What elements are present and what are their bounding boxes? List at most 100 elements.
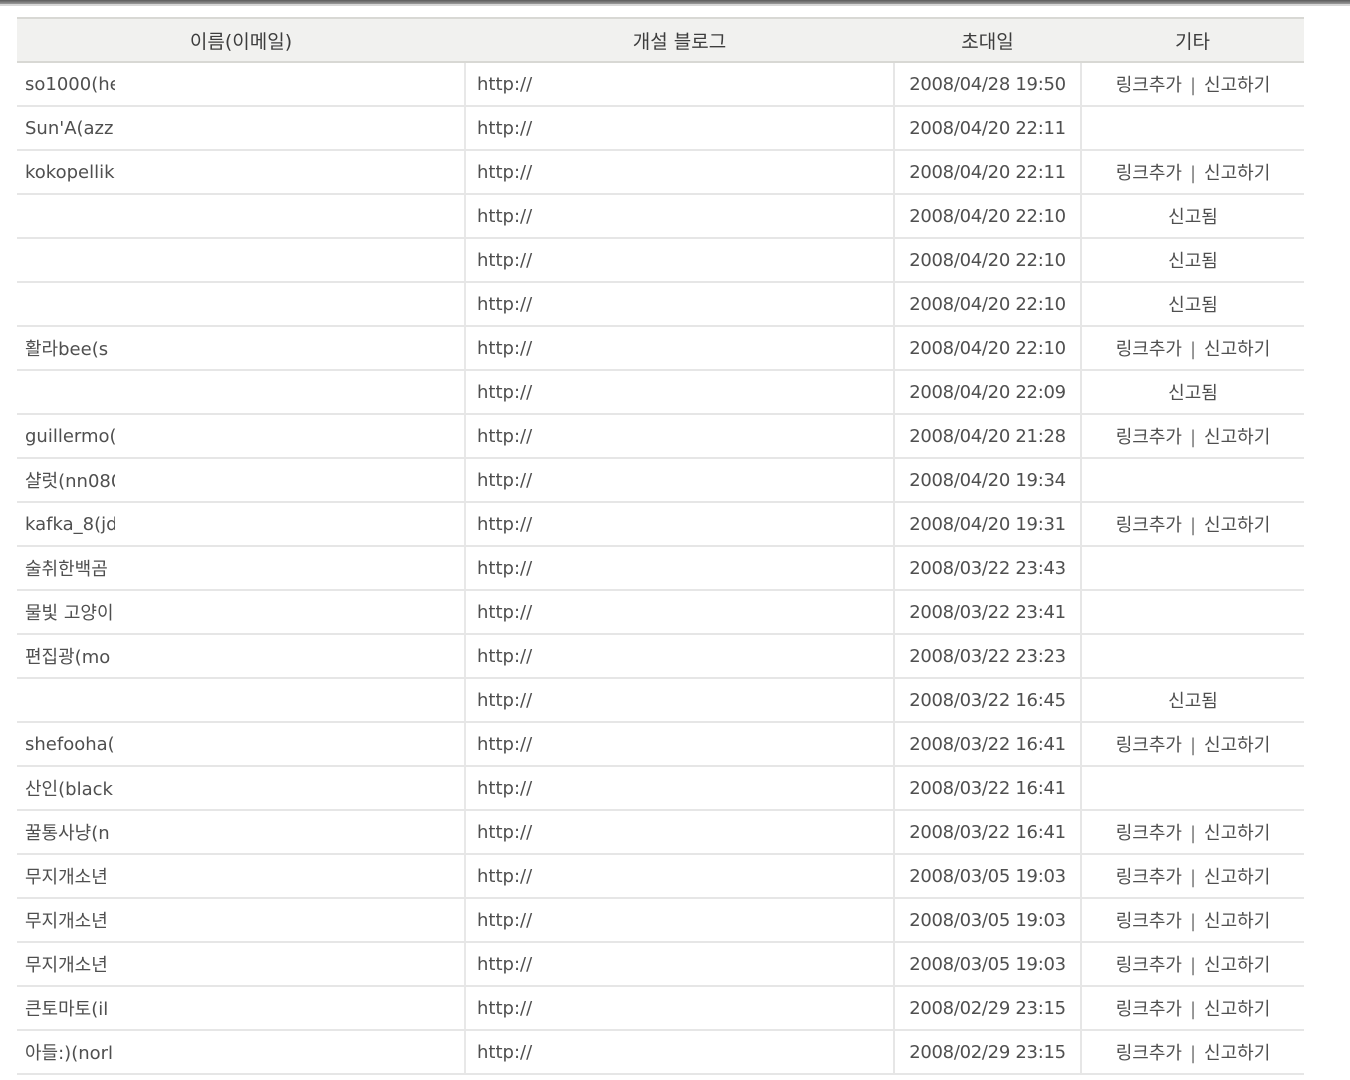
blog-url-link[interactable]: http:// [477,118,532,139]
add-link-button[interactable]: 링크추가 [1116,911,1182,932]
blog-url-link[interactable]: http:// [477,734,532,755]
header-etc: 기타 [1081,17,1304,63]
blog-url-link[interactable]: http:// [477,250,532,271]
add-link-button[interactable]: 링크추가 [1116,515,1182,536]
blog-url-link[interactable]: http:// [477,866,532,887]
report-button[interactable]: 신고하기 [1204,999,1270,1020]
blog-url-link[interactable]: http:// [477,206,532,227]
add-link-button[interactable]: 링크추가 [1116,823,1182,844]
header-name-email: 이름(이메일) [17,17,465,63]
cell-invite-date: 2008/04/20 19:31 [893,502,1081,547]
add-link-button[interactable]: 링크추가 [1116,999,1182,1020]
cell-name-email: kokopelliki [17,150,465,195]
table-row: http:// 2008/04/20 22:09 신고됨 [17,370,1304,415]
add-link-button[interactable]: 링크추가 [1116,955,1182,976]
cell-name-email [17,282,465,327]
add-link-button[interactable]: 링크추가 [1116,1043,1182,1064]
reported-status: 신고됨 [1168,383,1218,404]
action-separator: | [1189,823,1197,844]
cell-etc: 신고됨 [1080,678,1304,723]
blog-url-link[interactable]: http:// [477,558,532,579]
cell-blog-url: http:// [464,106,894,151]
report-button[interactable]: 신고하기 [1204,75,1270,96]
table-row: so1000(hei http:// 2008/04/28 19:50 링크추가 | 신고… [17,62,1304,107]
add-link-button[interactable]: 링크추가 [1116,339,1182,360]
header-invite-date: 초대일 [894,17,1081,63]
cell-etc: 링크추가 | 신고하기 [1080,150,1304,195]
reported-status: 신고됨 [1168,207,1218,228]
action-separator: | [1189,955,1197,976]
table-row: Sun'A(azz http:// 2008/04/20 22:11 [17,106,1304,151]
blog-url-link[interactable]: http:// [477,74,532,95]
user-name-email: 아들:)(norl [25,1043,114,1064]
invite-table: 이름(이메일) 개설 블로그 초대일 기타 so1000(hei http:// 2… [17,17,1304,1075]
blog-url-link[interactable]: http:// [477,514,532,535]
cell-name-email: 물빛 고양이 [17,590,465,635]
action-separator: | [1189,163,1197,184]
blog-url-link[interactable]: http:// [477,294,532,315]
report-button[interactable]: 신고하기 [1204,1043,1270,1064]
blog-url-link[interactable]: http:// [477,690,532,711]
report-button[interactable]: 신고하기 [1204,427,1270,448]
blog-url-link[interactable]: http:// [477,910,532,931]
cell-blog-url: http:// [464,370,894,415]
add-link-button[interactable]: 링크추가 [1116,735,1182,756]
cell-etc: 링크추가 | 신고하기 [1080,854,1304,899]
cell-etc: 신고됨 [1080,194,1304,239]
cell-invite-date: 2008/04/20 22:10 [893,282,1081,327]
report-button[interactable]: 신고하기 [1204,735,1270,756]
cell-etc: 링크추가 | 신고하기 [1080,810,1304,855]
cell-invite-date: 2008/04/20 21:28 [893,414,1081,459]
cell-name-email: 무지개소년 [17,898,465,943]
add-link-button[interactable]: 링크추가 [1116,163,1182,184]
cell-blog-url: http:// [464,546,894,591]
add-link-button[interactable]: 링크추가 [1116,427,1182,448]
table-header-row: 이름(이메일) 개설 블로그 초대일 기타 [17,17,1304,63]
action-separator: | [1189,735,1197,756]
user-name-email: 산인(black [25,779,113,800]
table-body: so1000(hei http:// 2008/04/28 19:50 링크추가 | 신고… [17,62,1304,1075]
blog-url-link[interactable]: http:// [477,998,532,1019]
header-blog: 개설 블로그 [465,17,894,63]
blog-url-link[interactable]: http:// [477,954,532,975]
user-name-email: 큰토마토(il [25,999,109,1020]
cell-blog-url: http:// [464,326,894,371]
cell-blog-url: http:// [464,942,894,987]
report-button[interactable]: 신고하기 [1204,515,1270,536]
cell-etc [1080,590,1304,635]
blog-url-link[interactable]: http:// [477,382,532,403]
cell-etc: 신고됨 [1080,370,1304,415]
blog-url-link[interactable]: http:// [477,822,532,843]
blog-url-link[interactable]: http:// [477,1042,532,1063]
blog-url-link[interactable]: http:// [477,470,532,491]
report-button[interactable]: 신고하기 [1204,955,1270,976]
blog-url-link[interactable]: http:// [477,602,532,623]
cell-invite-date: 2008/03/05 19:03 [893,898,1081,943]
report-button[interactable]: 신고하기 [1204,163,1270,184]
report-button[interactable]: 신고하기 [1204,867,1270,888]
cell-blog-url: http:// [464,854,894,899]
add-link-button[interactable]: 링크추가 [1116,75,1182,96]
blog-url-link[interactable]: http:// [477,162,532,183]
add-link-button[interactable]: 링크추가 [1116,867,1182,888]
cell-blog-url: http:// [464,150,894,195]
report-button[interactable]: 신고하기 [1204,339,1270,360]
blog-url-link[interactable]: http:// [477,646,532,667]
blog-url-link[interactable]: http:// [477,338,532,359]
blog-url-link[interactable]: http:// [477,426,532,447]
cell-etc: 링크추가 | 신고하기 [1080,986,1304,1031]
cell-blog-url: http:// [464,590,894,635]
cell-blog-url: http:// [464,1030,894,1075]
cell-blog-url: http:// [464,414,894,459]
cell-blog-url: http:// [464,238,894,283]
cell-name-email: guillermo( [17,414,465,459]
blog-url-link[interactable]: http:// [477,778,532,799]
cell-name-email: 무지개소년 [17,854,465,899]
report-button[interactable]: 신고하기 [1204,823,1270,844]
cell-invite-date: 2008/04/20 19:34 [893,458,1081,503]
table-row: 산인(black http:// 2008/03/22 16:41 [17,766,1304,811]
report-button[interactable]: 신고하기 [1204,911,1270,932]
cell-invite-date: 2008/04/20 22:11 [893,150,1081,195]
cell-name-email [17,370,465,415]
table-row: 무지개소년 http:// 2008/03/05 19:03 링크추가 | 신고하기 [17,942,1304,987]
